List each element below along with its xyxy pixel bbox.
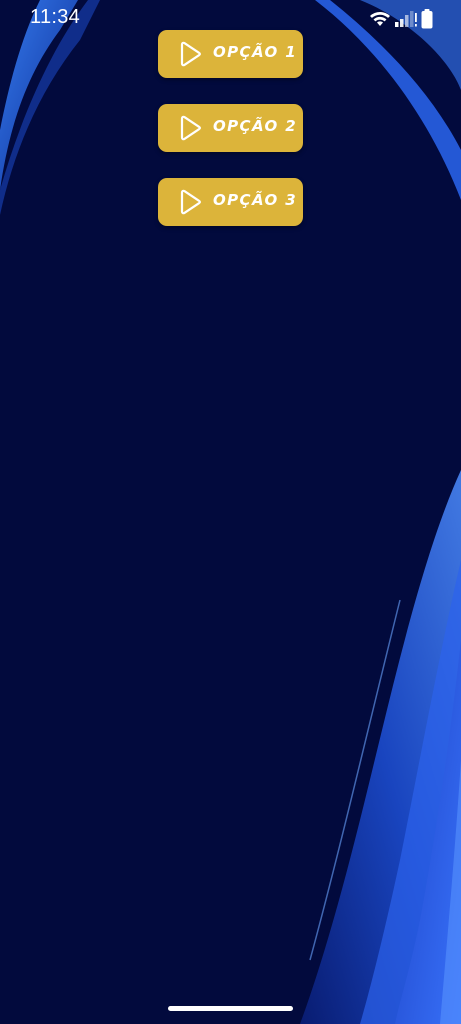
option-1-label: OPÇÃO 1 xyxy=(213,43,298,61)
play-icon xyxy=(180,115,201,141)
app-screen: 11:34 OPÇÃO 1 OPÇÃO 2 OPÇÃO 3 xyxy=(0,0,461,1024)
options-list: OPÇÃO 1 OPÇÃO 2 OPÇÃO 3 xyxy=(158,30,303,252)
home-indicator[interactable] xyxy=(168,1006,293,1011)
status-icons xyxy=(369,8,433,30)
play-icon xyxy=(180,41,201,67)
option-3-button[interactable]: OPÇÃO 3 xyxy=(158,178,303,226)
status-time: 11:34 xyxy=(30,6,81,28)
option-2-label: OPÇÃO 2 xyxy=(213,117,298,135)
option-3-label: OPÇÃO 3 xyxy=(213,191,298,209)
option-1-button[interactable]: OPÇÃO 1 xyxy=(158,30,303,78)
play-icon xyxy=(180,189,201,215)
battery-icon xyxy=(421,9,433,29)
option-2-button[interactable]: OPÇÃO 2 xyxy=(158,104,303,152)
signal-icon xyxy=(395,10,417,28)
wifi-icon xyxy=(369,11,391,27)
